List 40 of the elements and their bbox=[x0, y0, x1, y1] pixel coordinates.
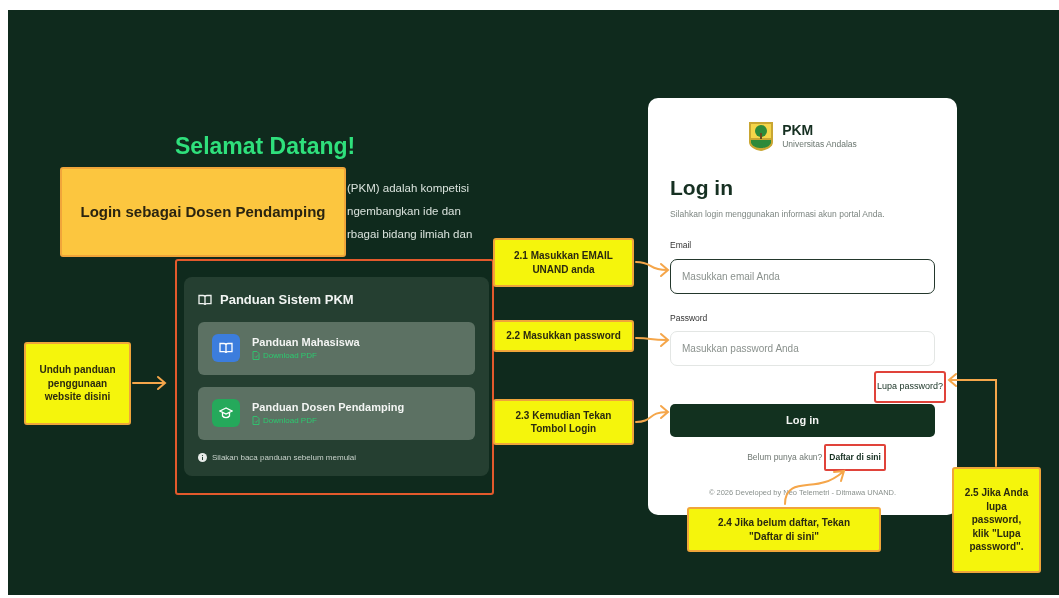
file-icon bbox=[252, 416, 260, 425]
brand-name: PKM bbox=[782, 122, 815, 138]
forgot-password-link[interactable]: Lupa password? bbox=[873, 371, 946, 403]
guide-title: Panduan Sistem PKM bbox=[220, 291, 354, 309]
info-icon bbox=[198, 453, 207, 462]
download-link[interactable]: Download PDF bbox=[252, 414, 405, 427]
file-icon bbox=[252, 351, 260, 360]
callout-arrow bbox=[635, 405, 669, 423]
callout-note: 2.5 Jika Anda lupa password, klik "Lupa password". bbox=[952, 467, 1041, 573]
signup-link[interactable]: Daftar di sini bbox=[824, 443, 886, 471]
signup-prompt: Belum punya akun? bbox=[747, 450, 823, 464]
callout-note: 2.4 Jika belum daftar, Tekan "Daftar di sini" bbox=[687, 507, 881, 552]
university-name: Universitas Andalas bbox=[782, 138, 857, 150]
guide-note: Silakan baca panduan sebelum memulai bbox=[212, 451, 357, 464]
intro-text: (PKM) adalah kompetisi bbox=[347, 181, 470, 196]
login-subtitle: Silahkan login menggunakan informasi akun portal Anda. bbox=[670, 208, 886, 221]
callout-note: 2.3 Kemudian Tekan Tombol Login bbox=[493, 399, 634, 445]
email-field[interactable]: Masukkan email Anda bbox=[670, 258, 935, 294]
guide-item[interactable]: Panduan Mahasiswa Download PDF bbox=[198, 321, 475, 375]
login-button[interactable]: Log in bbox=[670, 403, 935, 437]
callout-arrow bbox=[635, 261, 669, 277]
callout-arrow bbox=[635, 333, 669, 347]
welcome-title: Selamat Datang! bbox=[175, 133, 356, 160]
guide-item[interactable]: Panduan Dosen Pendamping Download PDF bbox=[198, 386, 475, 440]
callout-note: 2.1 Masukkan EMAIL UNAND anda bbox=[493, 238, 634, 287]
download-link[interactable]: Download PDF bbox=[252, 349, 360, 362]
guide-item-title: Panduan Mahasiswa bbox=[252, 334, 360, 350]
book-icon bbox=[198, 293, 212, 306]
callout-arrow bbox=[132, 376, 167, 390]
callout-note: 2.2 Masukkan password bbox=[493, 320, 634, 352]
role-banner: Login sebagai Dosen Pendamping bbox=[60, 167, 346, 257]
field-label: Password bbox=[670, 311, 709, 325]
login-heading: Log in bbox=[670, 176, 734, 200]
guide-item-title: Panduan Dosen Pendamping bbox=[252, 399, 405, 415]
field-label: Email bbox=[670, 238, 693, 252]
password-field[interactable]: Masukkan password Anda bbox=[670, 331, 935, 367]
callout-note: Unduh panduan penggunaan website disini bbox=[24, 342, 131, 425]
intro-text: ngembangkan ide dan bbox=[347, 204, 461, 219]
university-logo bbox=[748, 120, 775, 152]
intro-text: rbagai bidang ilmiah dan bbox=[347, 227, 473, 242]
